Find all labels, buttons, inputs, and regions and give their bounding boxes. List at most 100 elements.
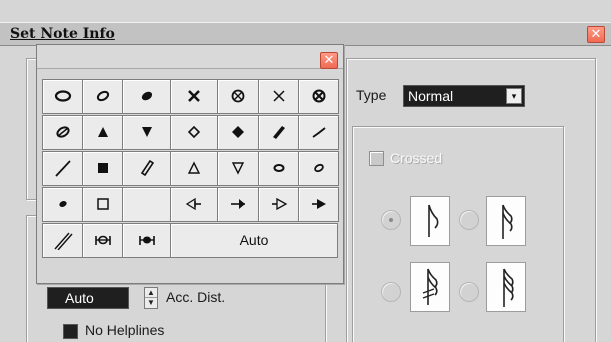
notehead-triangle-down-filled-button[interactable] xyxy=(122,115,171,150)
notehead-oval-outline-button[interactable] xyxy=(42,79,83,114)
no-helplines-label: No Helplines xyxy=(85,322,165,338)
notehead-circle-x-bold-button[interactable] xyxy=(298,79,339,114)
note-stem-triple-slash-icon xyxy=(503,268,514,307)
notehead-triangle-up-filled-icon xyxy=(97,126,108,137)
notehead-filled-oval-icon xyxy=(141,91,152,100)
palette-title-bar[interactable] xyxy=(37,45,343,69)
type-select[interactable]: Normal ▾ xyxy=(403,85,525,107)
acc-dist-label: Acc. Dist. xyxy=(166,289,226,305)
notehead-double-slash-long-icon xyxy=(53,232,73,250)
acc-dist-field[interactable]: Auto xyxy=(47,287,129,309)
notehead-small-slanted-oval-icon xyxy=(313,163,324,172)
notehead-x-bold-icon xyxy=(188,89,200,102)
notehead-small-dot-icon xyxy=(58,200,67,207)
notehead-empty-button[interactable] xyxy=(122,187,171,222)
dialog-title: Set Note Info xyxy=(10,26,115,42)
stem-radio-single-flag[interactable] xyxy=(381,210,401,230)
stem-radio-double-slash[interactable] xyxy=(381,282,401,302)
acc-dist-stepper[interactable]: ▲ ▼ xyxy=(144,287,158,309)
notehead-slash-thin-icon xyxy=(312,126,326,138)
notehead-small-dot-button[interactable] xyxy=(42,187,83,222)
palette-close-button[interactable]: ✕ xyxy=(320,52,338,69)
notehead-tremolo-2-button[interactable] xyxy=(122,223,171,258)
type-label: Type xyxy=(356,87,387,103)
notehead-right-tri-filled-icon xyxy=(311,198,326,209)
notehead-slash-parallelogram-icon xyxy=(140,159,154,176)
notehead-slash-oval-icon xyxy=(55,125,70,138)
notehead-circle-x-icon xyxy=(231,89,245,102)
palette-row xyxy=(42,79,339,114)
chevron-down-icon[interactable]: ▾ xyxy=(506,88,522,104)
note-stem-double-flag-icon xyxy=(502,204,513,239)
notehead-oval-outline-icon xyxy=(54,89,71,102)
notehead-left-arrow-tri-icon xyxy=(185,197,201,210)
notehead-left-arrow-tri-button[interactable] xyxy=(170,187,218,222)
stem-preview-double-slash[interactable] xyxy=(410,262,450,312)
notehead-circle-x-bold-icon xyxy=(312,89,325,102)
note-stem-double-slash-icon xyxy=(422,268,438,305)
notehead-left-arrow-filled-button[interactable] xyxy=(217,187,259,222)
notehead-double-slash-long-button[interactable] xyxy=(42,223,83,258)
notehead-triangle-down-filled-icon xyxy=(141,126,152,137)
notehead-diamond-filled-icon xyxy=(232,125,244,138)
notehead-tremolo-2-icon xyxy=(138,235,155,245)
notehead-diamond-outline-button[interactable] xyxy=(170,115,218,150)
palette-row xyxy=(42,115,339,150)
palette-row xyxy=(42,151,339,186)
notehead-triangle-down-outline-icon xyxy=(231,161,245,175)
notehead-tremolo-1-icon xyxy=(94,235,111,245)
notehead-slanted-oval-outline-icon xyxy=(96,90,109,101)
type-select-value: Normal xyxy=(408,88,454,104)
acc-dist-value: Auto xyxy=(65,290,94,306)
notehead-left-arrow-filled-icon xyxy=(231,198,245,209)
stem-preview-triple-slash[interactable] xyxy=(486,262,526,312)
notehead-small-slanted-oval-button[interactable] xyxy=(298,151,339,186)
notehead-square-filled-icon xyxy=(97,162,108,173)
notehead-square-outline-icon xyxy=(96,197,109,210)
notehead-triangle-up-filled-button[interactable] xyxy=(82,115,123,150)
notehead-slash-thin-button[interactable] xyxy=(298,115,339,150)
stepper-down-icon[interactable]: ▼ xyxy=(145,298,157,308)
stem-preview-double-flag[interactable] xyxy=(486,196,526,246)
notehead-right-tri-outline-icon xyxy=(271,197,287,210)
notehead-slash-long-icon xyxy=(54,159,71,177)
note-stem-flag-icon xyxy=(428,204,439,237)
palette-auto-button[interactable]: Auto xyxy=(170,223,338,258)
palette-auto-label: Auto xyxy=(239,232,269,248)
crossed-label: Crossed xyxy=(390,150,443,166)
palette-row xyxy=(42,187,339,222)
notehead-tremolo-1-button[interactable] xyxy=(82,223,123,258)
notehead-filled-oval-button[interactable] xyxy=(122,79,171,114)
notehead-circle-x-button[interactable] xyxy=(217,79,259,114)
notehead-slanted-oval-outline-button[interactable] xyxy=(82,79,123,114)
notehead-diamond-outline-icon xyxy=(187,125,201,138)
notehead-slash-thick-button[interactable] xyxy=(258,115,299,150)
notehead-x-bold-button[interactable] xyxy=(170,79,218,114)
crossed-checkbox[interactable] xyxy=(369,151,384,166)
stem-radio-triple-slash[interactable] xyxy=(459,282,479,302)
dialog-title-bar[interactable]: Set Note Info xyxy=(0,22,611,46)
notehead-slash-parallelogram-button[interactable] xyxy=(122,151,171,186)
notehead-small-oval-outline-icon xyxy=(273,163,284,172)
no-helplines-checkbox[interactable] xyxy=(63,324,78,339)
notehead-slash-oval-button[interactable] xyxy=(42,115,83,150)
notehead-right-tri-filled-button[interactable] xyxy=(298,187,339,222)
notehead-x-thin-icon xyxy=(272,89,285,102)
notehead-square-filled-button[interactable] xyxy=(82,151,123,186)
notehead-triangle-up-outline-button[interactable] xyxy=(170,151,218,186)
stepper-up-icon[interactable]: ▲ xyxy=(145,288,157,298)
palette-row: Auto xyxy=(42,223,338,258)
stem-preview-single-flag[interactable] xyxy=(410,196,450,246)
notehead-triangle-down-outline-button[interactable] xyxy=(217,151,259,186)
notehead-x-thin-button[interactable] xyxy=(258,79,299,114)
notehead-slash-long-button[interactable] xyxy=(42,151,83,186)
notehead-slash-thick-icon xyxy=(272,125,285,139)
notehead-palette: ✕ Auto xyxy=(36,44,344,284)
notehead-triangle-up-outline-icon xyxy=(187,160,201,174)
notehead-diamond-filled-button[interactable] xyxy=(217,115,259,150)
notehead-right-tri-outline-button[interactable] xyxy=(258,187,299,222)
dialog-close-button[interactable]: ✕ xyxy=(587,26,605,43)
notehead-small-oval-outline-button[interactable] xyxy=(258,151,299,186)
stem-radio-double-flag[interactable] xyxy=(459,210,479,230)
notehead-square-outline-button[interactable] xyxy=(82,187,123,222)
